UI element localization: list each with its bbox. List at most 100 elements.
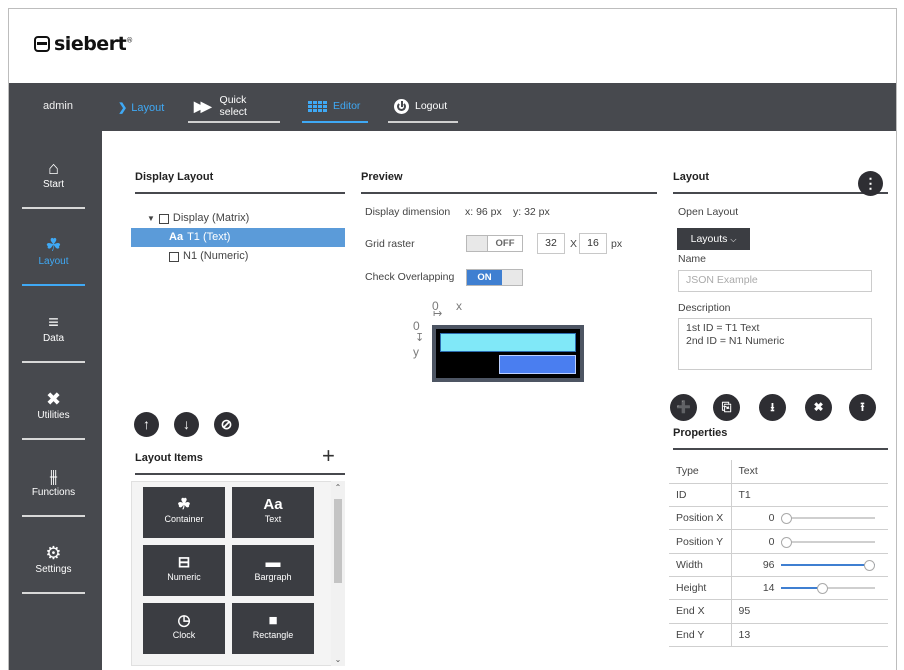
preview-text-element[interactable]: [440, 333, 576, 352]
prop-key: Type: [669, 460, 732, 484]
copy-layout-button[interactable]: ⎘: [713, 394, 740, 421]
items-scrollbar[interactable]: ⌃ ⌄: [331, 481, 345, 666]
breadcrumb[interactable]: ❯ Layout: [118, 101, 165, 115]
layout-items-title: Layout Items: [135, 452, 345, 475]
toggle-state: OFF: [487, 236, 522, 251]
bargraph-icon: ▬: [265, 554, 281, 571]
sidebar-item-label: Start: [42, 179, 65, 190]
prop-value: T1: [731, 483, 888, 508]
grid-y-input[interactable]: 16: [579, 233, 607, 254]
check-overlapping-toggle[interactable]: ON: [466, 269, 523, 286]
name-label: Name: [678, 253, 707, 265]
tile-numeric[interactable]: ⊟ Numeric: [143, 545, 225, 596]
sidebar-item-settings[interactable]: ⚙ Settings: [22, 536, 85, 594]
upload-icon: ⭱: [860, 400, 865, 414]
caret-down-icon: ▼: [147, 214, 155, 223]
trash-icon: ✖: [813, 400, 824, 414]
arrow-up-icon: ↑: [143, 416, 150, 432]
layout-panel-title: Layout: [673, 171, 888, 194]
copy-icon: ⎘: [721, 400, 732, 414]
erase-button[interactable]: ⊘: [214, 412, 239, 437]
properties-title: Properties: [673, 427, 888, 450]
scroll-up-icon[interactable]: ⌃: [333, 483, 343, 492]
power-icon: [394, 98, 409, 114]
sidebar-item-data[interactable]: ≡ Data: [22, 305, 85, 363]
position-y-slider[interactable]: [780, 536, 875, 548]
scroll-thumb[interactable]: [334, 499, 342, 583]
tile-container[interactable]: ☘ Container: [143, 487, 225, 538]
sidebar-item-layout[interactable]: ☘ Layout: [22, 228, 85, 286]
display-dim-y: y: 32 px: [513, 206, 550, 218]
toggle-state: ON: [467, 270, 502, 285]
download-layout-button[interactable]: ⭳: [759, 394, 786, 421]
sidebar-item-utilities[interactable]: ✖ Utilities: [22, 382, 85, 440]
sidebar-item-start[interactable]: ⌂ Start: [22, 151, 85, 209]
numeric-icon: [169, 251, 179, 262]
layout-items-panel: ☘ Container Aa Text ⊟ Numeric ▬ Bargraph…: [131, 481, 345, 666]
user-name: admin: [43, 100, 73, 112]
display-icon: [158, 213, 169, 224]
prop-value[interactable]: 14: [739, 582, 775, 594]
sidebar-item-label: Settings: [35, 564, 72, 575]
brand-name: siebert: [54, 33, 127, 55]
layout-description-textarea[interactable]: 1st ID = T1 Text 2nd ID = N1 Numeric: [678, 318, 872, 370]
layout-name-input[interactable]: JSON Example: [678, 270, 872, 292]
tree-item-t1[interactable]: Aa T1 (Text): [131, 228, 345, 247]
display-layout-title: Display Layout: [135, 171, 345, 194]
container-icon: ☘: [177, 496, 191, 513]
tree-item-label: T1 (Text): [187, 231, 231, 243]
display-dim-x: x: 96 px: [465, 206, 502, 218]
tree-item-n1[interactable]: N1 (Numeric): [131, 247, 345, 266]
grid-raster-label: Grid raster: [365, 238, 415, 250]
prop-value[interactable]: 0: [739, 536, 775, 548]
prop-value[interactable]: 96: [739, 559, 775, 571]
tree-item-label: N1 (Numeric): [183, 250, 249, 262]
chevron-down-icon: ⌵: [730, 235, 737, 244]
layouts-dropdown-button[interactable]: Layouts ⌵: [677, 228, 750, 250]
scroll-down-icon[interactable]: ⌄: [333, 655, 343, 664]
numeric-icon: ⊟: [177, 554, 191, 571]
position-x-slider[interactable]: [780, 513, 875, 525]
editor-label: Editor: [333, 100, 361, 112]
layouts-dropdown-label: Layouts: [690, 233, 728, 245]
logout-button[interactable]: Logout: [388, 95, 458, 123]
breadcrumb-layout: Layout: [131, 101, 165, 114]
quick-select-button[interactable]: ▶▶ Quick select: [188, 94, 280, 123]
move-up-button[interactable]: ↑: [134, 412, 159, 437]
editor-button[interactable]: Editor: [302, 95, 368, 123]
arrow-down-icon: ↓: [183, 416, 190, 432]
quick-select-label: Quick select: [219, 94, 247, 118]
delete-layout-button[interactable]: ✖: [805, 394, 832, 421]
prop-row-position-y: Position Y 0: [669, 529, 888, 554]
top-navigation-bar: admin ❯ Layout ▶▶ Quick select Editor Lo…: [9, 83, 896, 131]
move-down-button[interactable]: ↓: [174, 412, 199, 437]
tree-root[interactable]: ▼ Display (Matrix): [131, 209, 345, 228]
chevron-right-icon: ❯: [118, 102, 128, 114]
tile-label: Bargraph: [254, 572, 292, 582]
prop-key: Position X: [669, 506, 732, 531]
prop-row-width: Width 96: [669, 553, 888, 577]
height-slider[interactable]: [780, 583, 875, 595]
new-layout-button[interactable]: ➕: [670, 394, 697, 421]
preview-numeric-element[interactable]: [499, 355, 576, 374]
tile-bargraph[interactable]: ▬ Bargraph: [232, 545, 314, 596]
upload-layout-button[interactable]: ⭱: [849, 394, 876, 421]
more-options-button[interactable]: ⋮: [858, 171, 883, 196]
tile-clock[interactable]: ◷ Clock: [143, 603, 225, 654]
description-line: 1st ID = T1 Text: [686, 322, 760, 334]
y-arrow-icon: ↧: [415, 332, 425, 344]
prop-row-position-x: Position X 0: [669, 506, 888, 531]
width-slider[interactable]: [780, 560, 875, 572]
tile-text[interactable]: Aa Text: [232, 487, 314, 538]
grid-x-input[interactable]: 32: [537, 233, 565, 254]
grid-raster-toggle[interactable]: OFF: [466, 235, 523, 252]
tile-rectangle[interactable]: ■ Rectangle: [232, 603, 314, 654]
home-icon: ⌂: [48, 158, 59, 178]
sidebar-item-functions[interactable]: ⫵ Functions: [22, 459, 85, 517]
properties-table: Type Text ID T1 Position X 0 Position Y 0 Wi…: [669, 460, 888, 647]
prop-value[interactable]: 0: [739, 512, 775, 524]
logo-mark-icon: [34, 36, 50, 52]
check-overlapping-label: Check Overlapping: [365, 271, 455, 283]
add-item-button[interactable]: +: [322, 443, 335, 469]
prop-row-end-y: End Y 13: [669, 623, 888, 647]
